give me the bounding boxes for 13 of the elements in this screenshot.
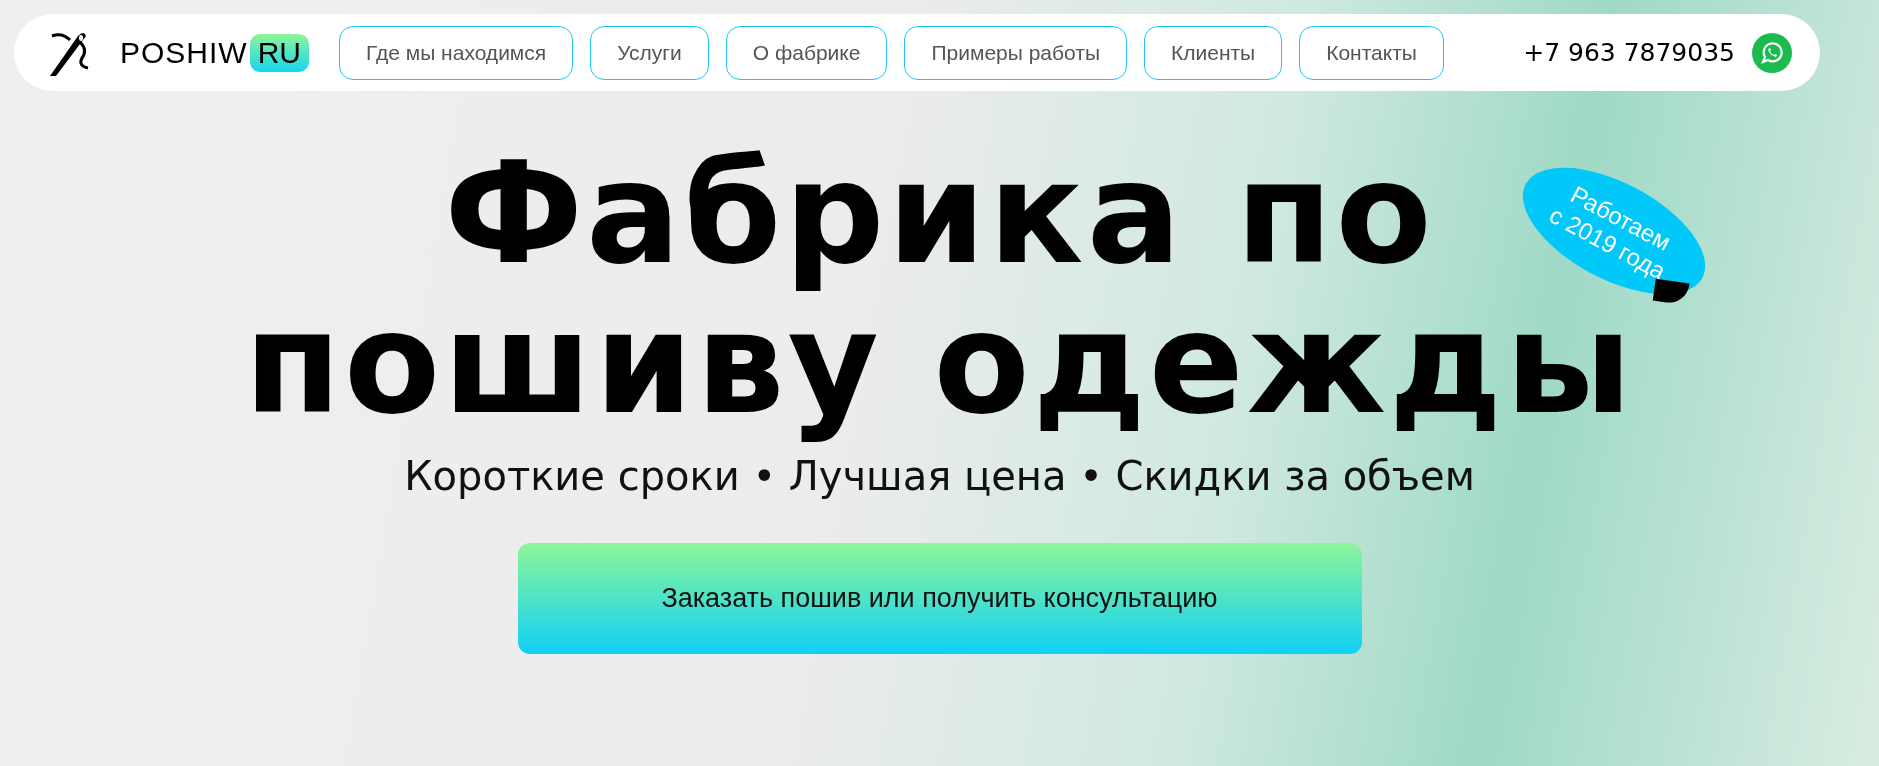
whatsapp-icon[interactable] [1752,32,1792,73]
logo-badge: RU [249,33,309,72]
nav-link[interactable]: Примеры работы [904,25,1127,80]
nav-link[interactable]: Клиенты [1144,25,1283,80]
nav-link[interactable]: Контакты [1299,25,1444,80]
nav-link[interactable]: Где мы находимся [339,25,574,80]
phone-link[interactable]: +7 963 7879035 [1523,38,1735,67]
order-button[interactable]: Заказать пошив или получить консультацию [517,543,1362,654]
hero-title: Фабрика по [444,139,1435,289]
logo-text: POSHIW [120,35,248,70]
hero-subtitle: Короткие сроки • Лучшая цена • Скидки за объем [404,453,1475,499]
nav-link[interactable]: О фабрике [725,25,888,80]
nav-link[interactable]: Услуги [590,25,709,80]
